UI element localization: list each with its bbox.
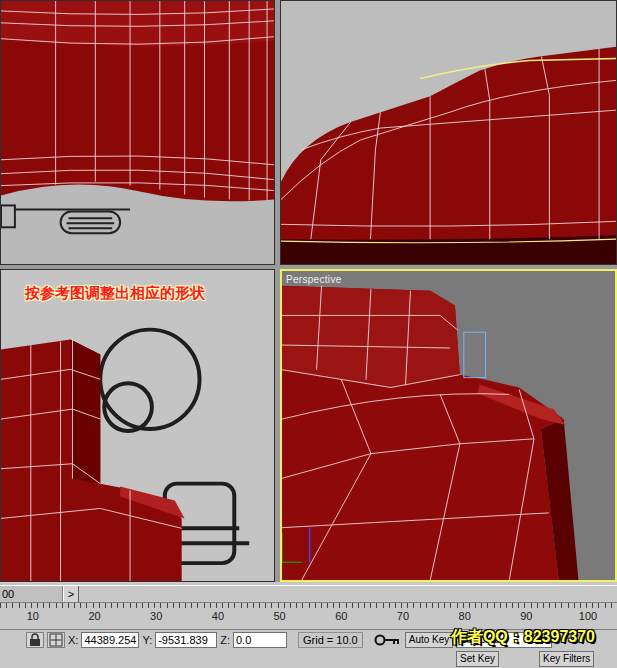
ruler-tick: 90 (496, 603, 558, 629)
key-filters-button[interactable]: Key Filters (539, 651, 594, 667)
front-view-mesh (281, 1, 616, 264)
top-view-mesh (1, 1, 274, 264)
y-label: Y: (142, 634, 152, 646)
viewport-label[interactable]: Perspective (286, 274, 342, 285)
frame-field[interactable]: 00 (0, 586, 63, 602)
viewport[interactable] (0, 0, 275, 265)
absolute-mode-icon[interactable] (47, 632, 65, 648)
perspective-mesh (282, 271, 615, 580)
set-key-button[interactable]: Set Key (456, 651, 499, 667)
viewport[interactable]: 按参考图调整出相应的形状 (0, 269, 275, 582)
left-view-mesh (1, 270, 274, 581)
grid-readout: Grid = 10.0 (298, 632, 363, 648)
x-field[interactable]: 44389.254 (81, 632, 139, 648)
ruler-tick: 10 (2, 603, 64, 629)
z-field[interactable]: 0.0 (233, 632, 287, 648)
status-bar: X: 44389.254 Y: -9531.839 Z: 0.0 Grid = … (0, 630, 617, 668)
author-watermark: 作者QQ：82397370 (451, 627, 595, 648)
ruler-tick: 80 (434, 603, 496, 629)
ruler-tick: 40 (187, 603, 249, 629)
ruler-tick: 50 (249, 603, 311, 629)
ruler-tick: 30 (125, 603, 187, 629)
max-window: 按参考图调整出相应的形状 Perspective 00 > 1020304050… (0, 0, 617, 668)
viewport-grid: 按参考图调整出相应的形状 Perspective (0, 0, 617, 582)
time-slider[interactable]: 00 > (0, 585, 617, 603)
viewport[interactable]: Perspective (280, 269, 617, 582)
viewport[interactable] (280, 0, 617, 265)
ruler-tick: 100 (557, 603, 617, 629)
x-label: X: (68, 634, 78, 646)
ruler-tick: 20 (64, 603, 126, 629)
track-bar-ruler[interactable]: 102030405060708090100 (0, 603, 617, 630)
lock-icon[interactable] (26, 632, 44, 648)
z-label: Z: (220, 634, 230, 646)
time-track[interactable] (79, 586, 617, 602)
y-field[interactable]: -9531.839 (155, 632, 217, 648)
tutorial-annotation: 按参考图调整出相应的形状 (25, 284, 205, 303)
auto-key-button[interactable]: Auto Key (405, 632, 454, 648)
key-icon[interactable] (372, 634, 402, 646)
ruler-tick: 70 (372, 603, 434, 629)
next-frame-button[interactable]: > (63, 586, 79, 602)
ruler-tick: 60 (310, 603, 372, 629)
